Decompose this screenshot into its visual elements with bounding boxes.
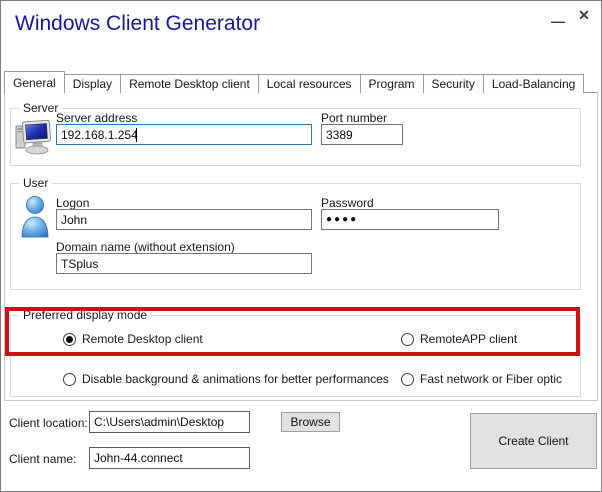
password-label: Password	[321, 196, 374, 210]
tab-display[interactable]: Display	[64, 74, 121, 93]
radio-button-icon[interactable]	[401, 373, 414, 386]
radio-button-icon[interactable]	[401, 333, 414, 346]
client-name-input[interactable]	[89, 447, 250, 469]
client-location-input[interactable]	[89, 411, 250, 433]
radio-button-icon[interactable]	[63, 333, 76, 346]
close-icon[interactable]: ✕	[575, 6, 593, 24]
user-group-label: User	[19, 176, 52, 190]
windows-client-generator-dialog: Windows Client Generator — ✕ General Dis…	[0, 0, 602, 492]
minimize-icon[interactable]: —	[549, 6, 567, 30]
server-address-label: Server address	[56, 111, 137, 125]
radio-label: Disable background & animations for bett…	[82, 372, 389, 386]
client-location-label: Client location:	[9, 416, 88, 430]
domain-name-label: Domain name (without extension)	[56, 240, 235, 254]
computer-icon	[14, 118, 54, 158]
tab-strip: General Display Remote Desktop client Lo…	[4, 71, 584, 93]
tab-program[interactable]: Program	[360, 74, 424, 93]
server-address-input[interactable]	[56, 124, 312, 145]
tab-general[interactable]: General	[4, 71, 65, 93]
radio-label: RemoteAPP client	[420, 332, 517, 346]
tab-remote-desktop-client[interactable]: Remote Desktop client	[120, 74, 259, 93]
radio-remote-desktop-client[interactable]: Remote Desktop client	[63, 332, 203, 346]
radio-label: Remote Desktop client	[82, 332, 203, 346]
tab-load-balancing[interactable]: Load-Balancing	[483, 74, 584, 93]
tab-local-resources[interactable]: Local resources	[258, 74, 361, 93]
user-icon	[17, 195, 53, 241]
client-name-label: Client name:	[9, 452, 76, 466]
window-title: Windows Client Generator	[15, 12, 260, 36]
radio-remoteapp-client[interactable]: RemoteAPP client	[401, 332, 517, 346]
browse-button[interactable]: Browse	[281, 412, 340, 432]
port-number-label: Port number	[321, 111, 387, 125]
domain-name-input[interactable]	[56, 253, 312, 274]
radio-label: Fast network or Fiber optic	[420, 372, 562, 386]
port-number-input[interactable]	[321, 124, 403, 145]
text-cursor	[136, 128, 137, 142]
radio-disable-background-animations[interactable]: Disable background & animations for bett…	[63, 372, 389, 386]
create-client-button[interactable]: Create Client	[470, 413, 597, 469]
password-input[interactable]	[321, 209, 499, 230]
logon-label: Logon	[56, 196, 89, 210]
radio-button-icon[interactable]	[63, 373, 76, 386]
preferred-display-mode-label: Preferred display mode	[19, 308, 151, 322]
window-controls: — ✕	[549, 6, 593, 30]
logon-input[interactable]	[56, 209, 312, 230]
radio-fast-network-fiber-optic[interactable]: Fast network or Fiber optic	[401, 372, 562, 386]
tab-security[interactable]: Security	[423, 74, 484, 93]
